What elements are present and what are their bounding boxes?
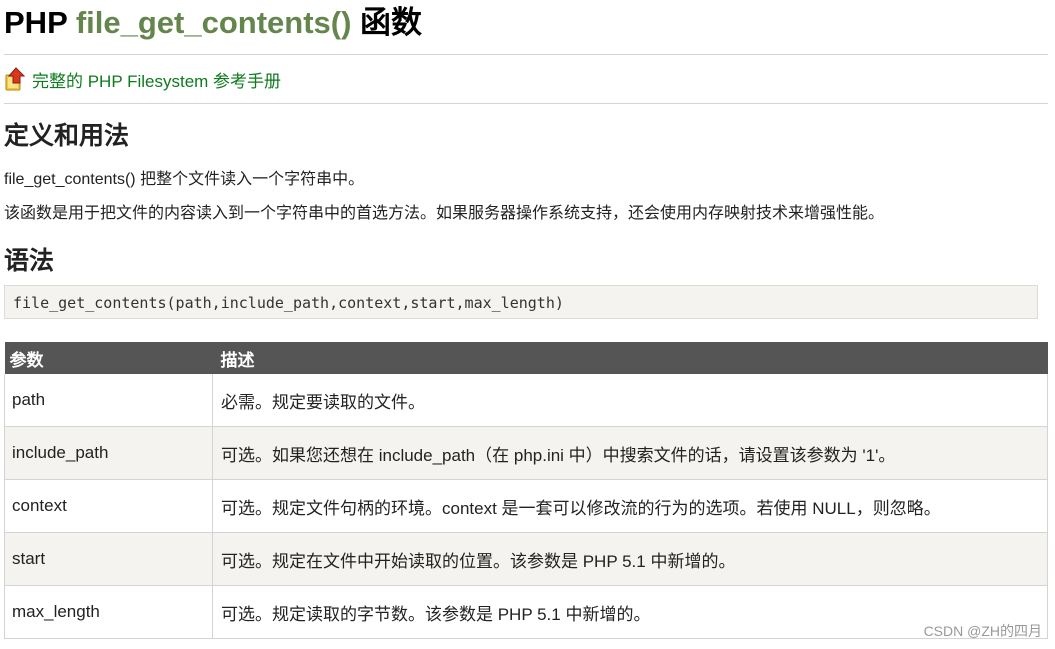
page-title: PHP file_get_contents() 函数 [4, 2, 422, 44]
table-row: include_path 可选。如果您还想在 include_path（在 ph… [4, 426, 1048, 480]
table-header-row: 参数 描述 [4, 342, 1048, 374]
definition-paragraph: 该函数是用于把文件的内容读入到一个字符串中的首选方法。如果服务器操作系统支持，还… [4, 205, 885, 222]
param-name: context [4, 479, 213, 533]
table-row: max_length 可选。规定读取的字节数。该参数是 PHP 5.1 中新增的… [4, 585, 1048, 639]
divider [4, 54, 1048, 55]
table-row: path 必需。规定要读取的文件。 [4, 374, 1048, 427]
filesystem-reference-link[interactable]: 完整的 PHP Filesystem 参考手册 [4, 64, 281, 94]
param-name: path [4, 374, 213, 427]
title-suffix: 函数 [360, 5, 423, 40]
watermark: CSDN @ZH的四月 [923, 623, 1042, 639]
divider [4, 103, 1048, 104]
header-param: 参数 [4, 342, 213, 374]
param-description: 可选。规定文件句柄的环境。context 是一套可以修改流的行为的选项。若使用 … [212, 479, 1048, 533]
param-description: 可选。规定读取的字节数。该参数是 PHP 5.1 中新增的。 [212, 585, 1048, 639]
syntax-code-block: file_get_contents(path,include_path,cont… [4, 285, 1038, 319]
arrow-up-book-icon [4, 66, 28, 92]
definition-paragraph: file_get_contents() 把整个文件读入一个字符串中。 [4, 171, 365, 188]
syntax-heading: 语法 [4, 247, 55, 275]
reference-link-label: 完整的 PHP Filesystem 参考手册 [32, 71, 282, 91]
param-name: include_path [4, 426, 213, 480]
header-description: 描述 [212, 342, 1048, 374]
param-name: max_length [4, 585, 213, 639]
parameters-table: 参数 描述 path 必需。规定要读取的文件。 include_path 可选。… [4, 342, 1048, 639]
table-row: start 可选。规定在文件中开始读取的位置。该参数是 PHP 5.1 中新增的… [4, 532, 1048, 586]
definition-heading: 定义和用法 [4, 122, 130, 150]
param-description: 可选。规定在文件中开始读取的位置。该参数是 PHP 5.1 中新增的。 [212, 532, 1048, 586]
param-description: 必需。规定要读取的文件。 [212, 374, 1048, 427]
param-name: start [4, 532, 213, 586]
title-function-name: file_get_contents() [75, 5, 352, 40]
table-row: context 可选。规定文件句柄的环境。context 是一套可以修改流的行为… [4, 479, 1048, 533]
title-prefix: PHP [4, 5, 68, 40]
param-description: 可选。如果您还想在 include_path（在 php.ini 中）中搜索文件… [212, 426, 1048, 480]
